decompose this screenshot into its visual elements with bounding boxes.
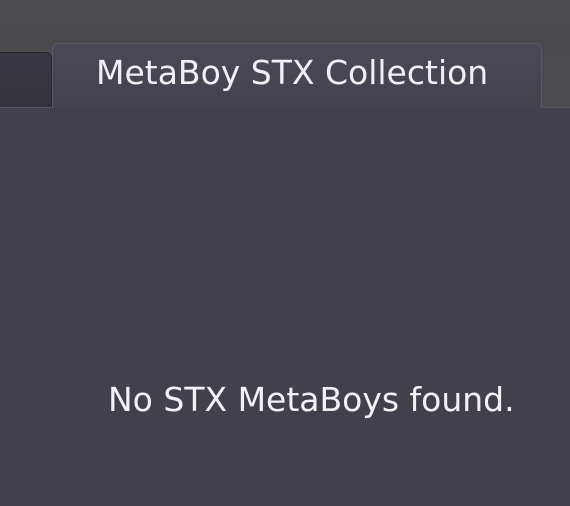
tab-previous[interactable]: n [0,52,52,108]
app-window: n MetaBoy STX Collection No STX MetaBoys… [0,0,570,506]
active-tab-joint [53,106,541,108]
tab-bar: n MetaBoy STX Collection [0,40,570,109]
tab-active-label: MetaBoy STX Collection [96,53,489,92]
tab-metaboy-stx-collection[interactable]: MetaBoy STX Collection [52,43,542,109]
empty-state-message: No STX MetaBoys found. [108,380,515,419]
collection-panel [0,107,570,506]
